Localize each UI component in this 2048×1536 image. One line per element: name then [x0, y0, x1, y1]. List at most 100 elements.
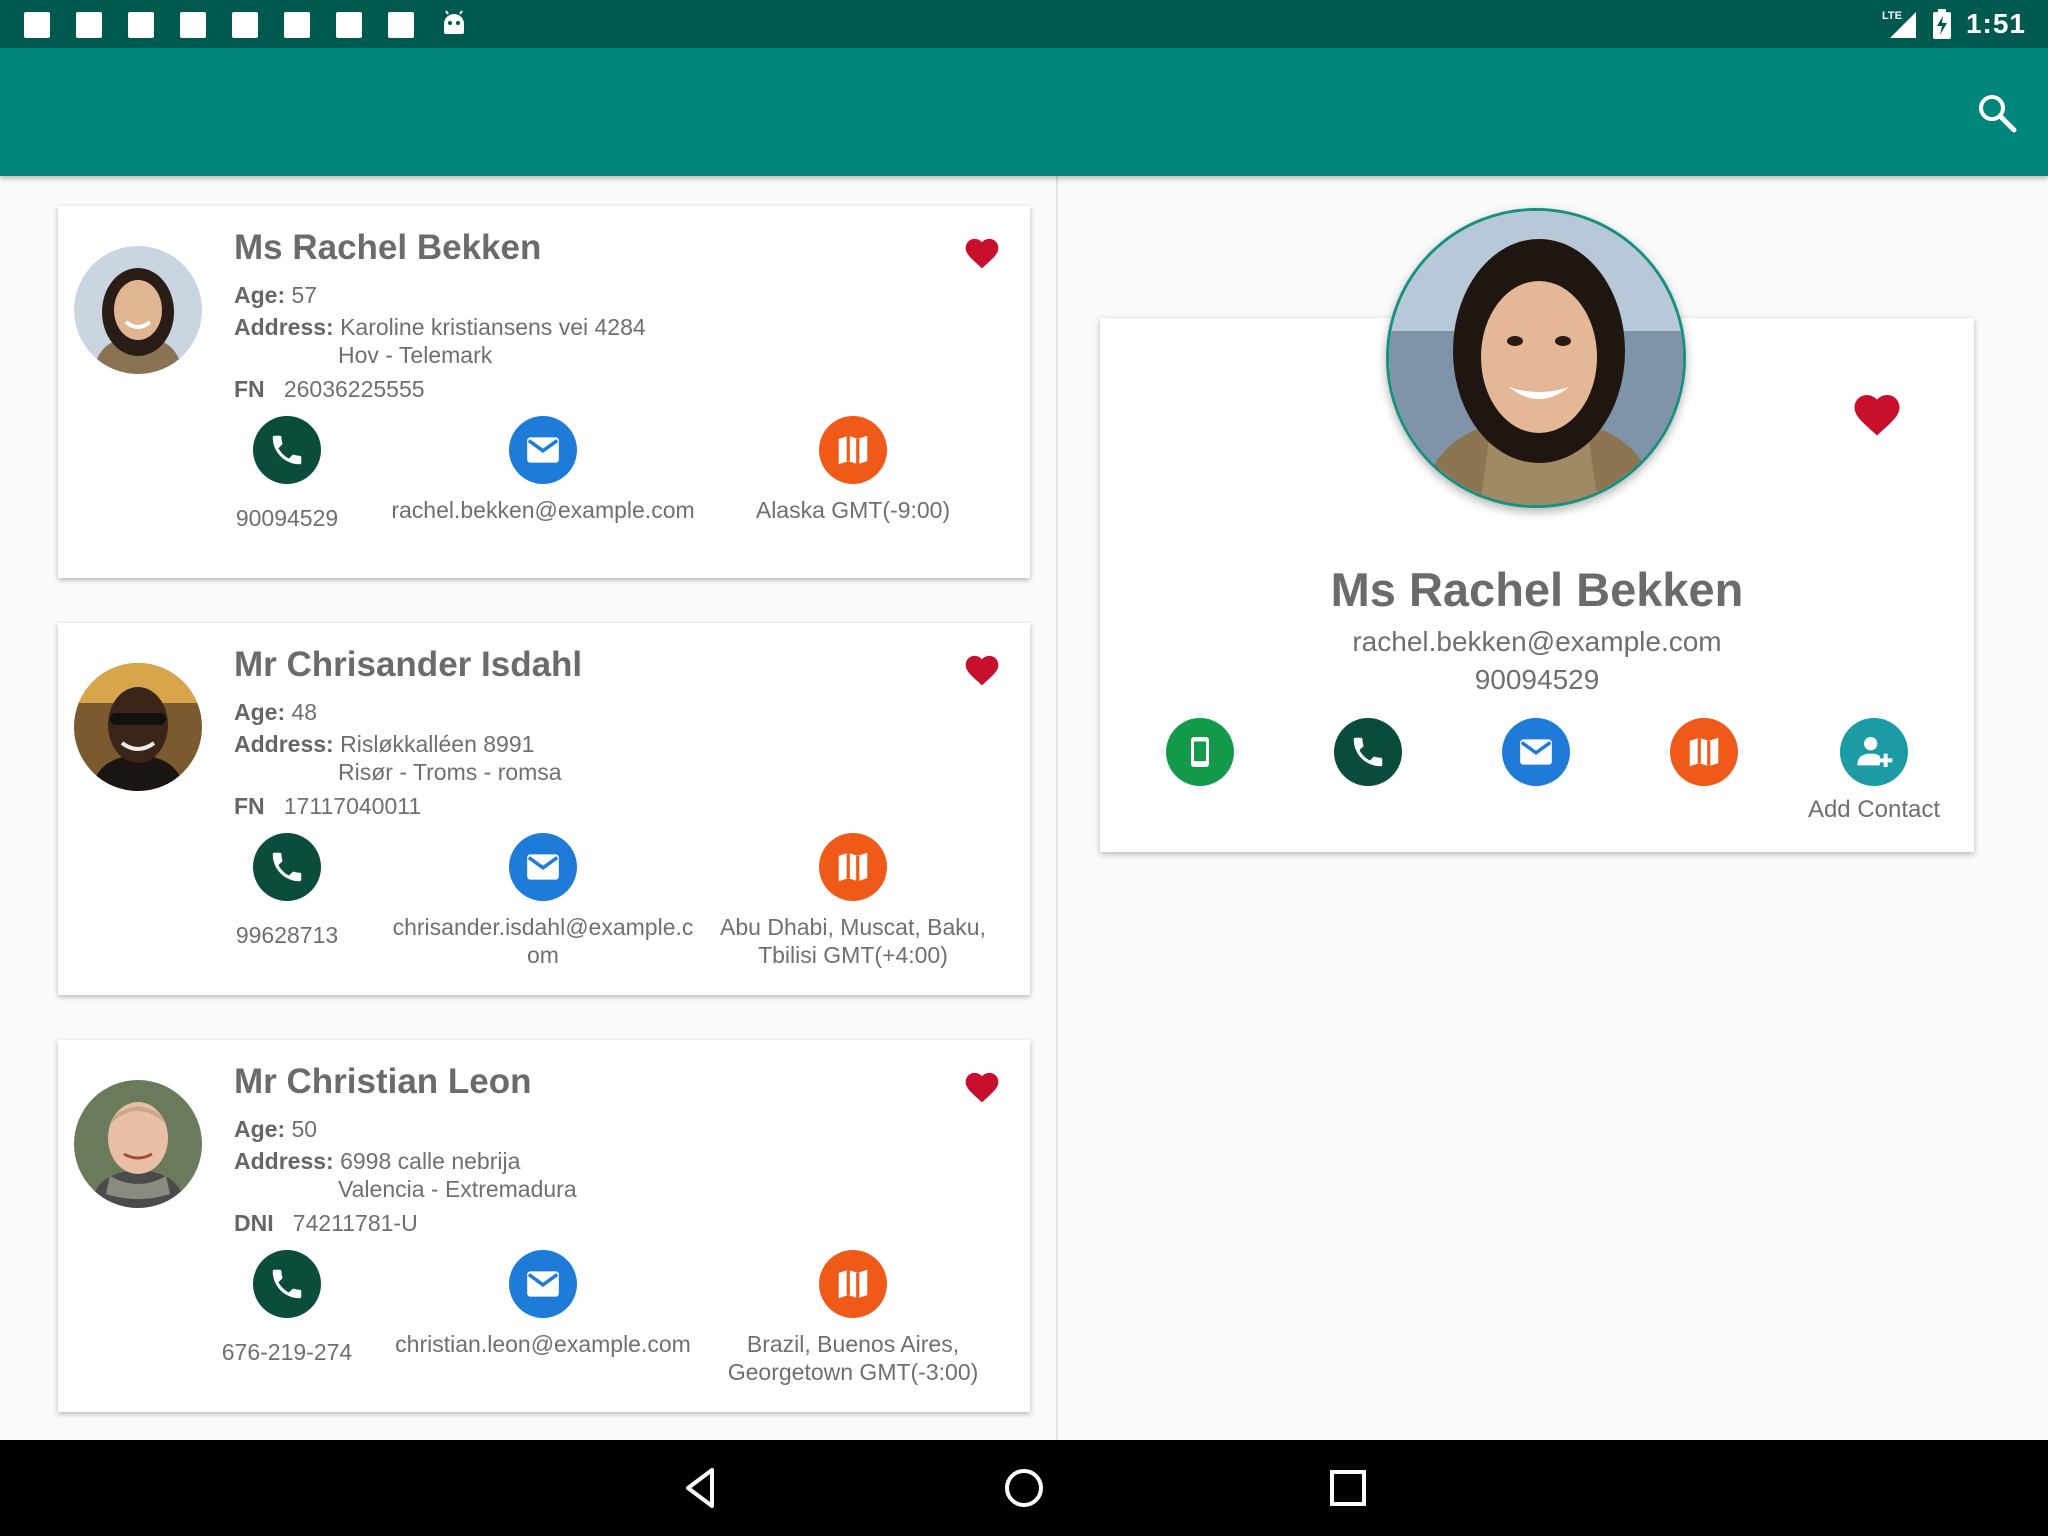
notification-icon [336, 12, 362, 38]
notification-icon [388, 12, 414, 38]
favorite-heart-icon[interactable] [962, 234, 1002, 270]
id-row: FN 26036225555 [234, 376, 425, 403]
address-row: Address: Karoline kristiansens vei 4284 [234, 314, 646, 341]
id-value: 17117040011 [283, 793, 422, 819]
timezone: Brazil, Buenos Aires, Georgetown GMT(-3:… [727, 1331, 979, 1385]
email-icon [1502, 718, 1570, 786]
address-line1: Karoline kristiansens vei 4284 [340, 314, 646, 340]
contact-list[interactable]: Ms Rachel Bekken Age: 57 Address: Karoli… [0, 176, 1056, 1440]
email-icon [509, 833, 577, 901]
add-contact-icon [1840, 718, 1908, 786]
mobile-icon [1166, 718, 1234, 786]
id-label: FN [234, 376, 265, 402]
contact-card[interactable]: Ms Rachel Bekken Age: 57 Address: Karoli… [58, 206, 1030, 578]
notification-icon [24, 12, 50, 38]
avatar [74, 1080, 202, 1208]
email-button[interactable]: rachel.bekken@example.com [388, 416, 698, 524]
phone-icon [253, 833, 321, 901]
recents-icon[interactable] [1324, 1464, 1372, 1512]
id-row: FN 17117040011 [234, 793, 421, 820]
notification-icon [128, 12, 154, 38]
age-row: Age: 48 [234, 699, 317, 726]
address-line2: Valencia - Extremadura [338, 1176, 577, 1202]
address-label: Address: [234, 1148, 334, 1174]
battery-charging-icon [1932, 9, 1951, 39]
address-line2: Risør - Troms - romsa [338, 759, 562, 785]
add-contact-button[interactable]: Add Contact [1804, 718, 1944, 824]
email-icon [509, 1250, 577, 1318]
address-line2: Hov - Telemark [338, 342, 493, 368]
notification-icon [284, 12, 310, 38]
map-icon [1670, 718, 1738, 786]
email-address: christian.leon@example.com [395, 1331, 691, 1357]
pane-divider [1056, 176, 1058, 1440]
age-label: Age: [234, 699, 286, 725]
address-row: Address: 6998 calle nebrija [234, 1148, 520, 1175]
address-line1: 6998 calle nebrija [340, 1148, 521, 1174]
email-button[interactable]: christian.leon@example.com [388, 1250, 698, 1358]
timezone: Abu Dhabi, Muscat, Baku, Tbilisi GMT(+4:… [720, 914, 986, 968]
map-icon [819, 833, 887, 901]
age-label: Age: [234, 282, 286, 308]
notification-icon [180, 12, 206, 38]
home-icon[interactable] [1000, 1464, 1048, 1512]
map-button[interactable]: Alaska GMT(-9:00) [698, 416, 1008, 524]
age-value: 57 [291, 282, 318, 308]
favorite-heart-icon[interactable] [1850, 388, 1904, 438]
contact-card[interactable]: Mr Christian Leon Age: 50 Address: 6998 … [58, 1040, 1030, 1412]
favorite-heart-icon[interactable] [962, 1068, 1002, 1104]
id-label: DNI [234, 1210, 274, 1236]
status-bar: LTE 1:51 [0, 0, 2048, 48]
map-button[interactable] [1634, 718, 1774, 796]
email-button[interactable]: chrisander.isdahl@example.com [388, 833, 698, 969]
map-icon [819, 416, 887, 484]
address-label: Address: [234, 731, 334, 757]
favorite-heart-icon[interactable] [962, 651, 1002, 687]
avatar [74, 663, 202, 791]
email-icon [509, 416, 577, 484]
navigation-bar [0, 1440, 2048, 1536]
clock: 1:51 [1965, 8, 2026, 39]
call-button[interactable] [1298, 718, 1438, 796]
id-value: 26036225555 [283, 376, 425, 402]
map-button[interactable]: Abu Dhabi, Muscat, Baku, Tbilisi GMT(+4:… [698, 833, 1008, 969]
detail-phone: 90094529 [1474, 664, 1600, 695]
age-label: Age: [234, 1116, 286, 1142]
avatar [74, 246, 202, 374]
contact-name: Mr Chrisander Isdahl [234, 645, 583, 684]
search-icon[interactable] [1974, 90, 2020, 136]
timezone: Alaska GMT(-9:00) [755, 497, 951, 523]
phone-icon [253, 416, 321, 484]
contact-name: Ms Rachel Bekken [234, 228, 542, 267]
address-label: Address: [234, 314, 334, 340]
id-row: DNI 74211781-U [234, 1210, 418, 1237]
age-row: Age: 50 [234, 1116, 317, 1143]
email-address: chrisander.isdahl@example.com [392, 914, 694, 968]
email-address: rachel.bekken@example.com [391, 497, 695, 523]
id-value: 74211781-U [292, 1210, 418, 1236]
id-label: FN [234, 793, 265, 819]
android-icon [444, 10, 464, 34]
phone-icon [1334, 718, 1402, 786]
sms-button[interactable] [1130, 718, 1270, 796]
detail-email: rachel.bekken@example.com [1352, 626, 1722, 657]
detail-avatar [1386, 208, 1686, 508]
add-contact-label: Add Contact [1807, 796, 1941, 823]
notification-icon [232, 12, 258, 38]
contact-card[interactable]: Mr Chrisander Isdahl Age: 48 Address: Ri… [58, 623, 1030, 995]
age-value: 48 [291, 699, 318, 725]
back-icon[interactable] [676, 1464, 724, 1512]
address-row: Address: Risløkkalléen 8991 [234, 731, 534, 758]
lte-signal-icon: LTE [1882, 10, 1916, 38]
phone-icon [253, 1250, 321, 1318]
age-row: Age: 57 [234, 282, 317, 309]
address-line1: Risløkkalléen 8991 [340, 731, 535, 757]
map-button[interactable]: Brazil, Buenos Aires, Georgetown GMT(-3:… [698, 1250, 1008, 1386]
app-bar [0, 48, 2048, 176]
notification-icon [76, 12, 102, 38]
network-type: LTE [1882, 10, 1902, 22]
contact-name: Mr Christian Leon [234, 1062, 532, 1101]
detail-name: Ms Rachel Bekken [1330, 563, 1744, 616]
age-value: 50 [291, 1116, 318, 1142]
email-button[interactable] [1466, 718, 1606, 796]
